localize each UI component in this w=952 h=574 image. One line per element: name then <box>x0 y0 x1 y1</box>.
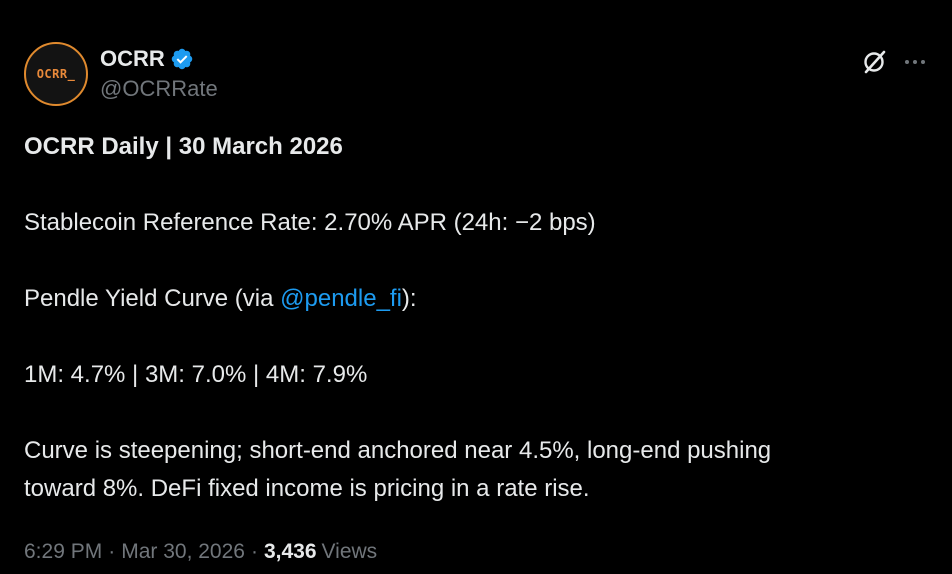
analysis-line-2: toward 8%. DeFi fixed income is pricing … <box>24 475 590 502</box>
tweet-header: OCRR_ OCRR @OCRRate <box>24 42 928 108</box>
grok-icon[interactable] <box>860 48 888 76</box>
verified-badge-icon <box>171 48 193 70</box>
post-date[interactable]: Mar 30, 2026 <box>121 540 245 564</box>
avatar[interactable]: OCRR_ <box>24 42 88 106</box>
yield-curve-suffix: ): <box>401 285 417 312</box>
author-info: OCRR @OCRRate <box>100 44 218 102</box>
display-name[interactable]: OCRR <box>100 46 165 72</box>
more-horizontal-icon[interactable] <box>902 49 928 75</box>
tweet-meta: 6:29 PM · Mar 30, 2026 · 3,436 Views <box>24 540 377 564</box>
views-count: 3,436 <box>263 540 317 563</box>
tenor-rates-line: 1M: 4.7% | 3M: 7.0% | 4M: 7.9% <box>24 361 368 388</box>
post-time[interactable]: 6:29 PM <box>24 540 102 564</box>
author-handle[interactable]: @OCRRate <box>100 76 218 102</box>
post-title: OCRR Daily | 30 March 2026 <box>24 133 343 160</box>
yield-curve-prefix: Pendle Yield Curve (via <box>24 285 281 312</box>
views-label: Views <box>321 540 378 563</box>
reference-rate-line: Stablecoin Reference Rate: 2.70% APR (24… <box>24 209 596 236</box>
meta-separator: · <box>108 540 116 563</box>
tweet-text: OCRR Daily | 30 March 2026 Stablecoin Re… <box>24 128 924 508</box>
tweet-card: OCRR_ OCRR @OCRRate OCRR Daily | 30 Marc… <box>0 0 952 574</box>
yield-curve-line: Pendle Yield Curve (via @pendle_fi): <box>24 280 924 318</box>
header-actions <box>860 48 928 76</box>
analysis-line-1: Curve is steepening; short-end anchored … <box>24 437 772 464</box>
display-name-row: OCRR <box>100 44 218 74</box>
mention-link[interactable]: @pendle_fi <box>280 285 402 312</box>
avatar-logo-text: OCRR_ <box>36 67 76 81</box>
meta-separator: · <box>250 540 258 563</box>
